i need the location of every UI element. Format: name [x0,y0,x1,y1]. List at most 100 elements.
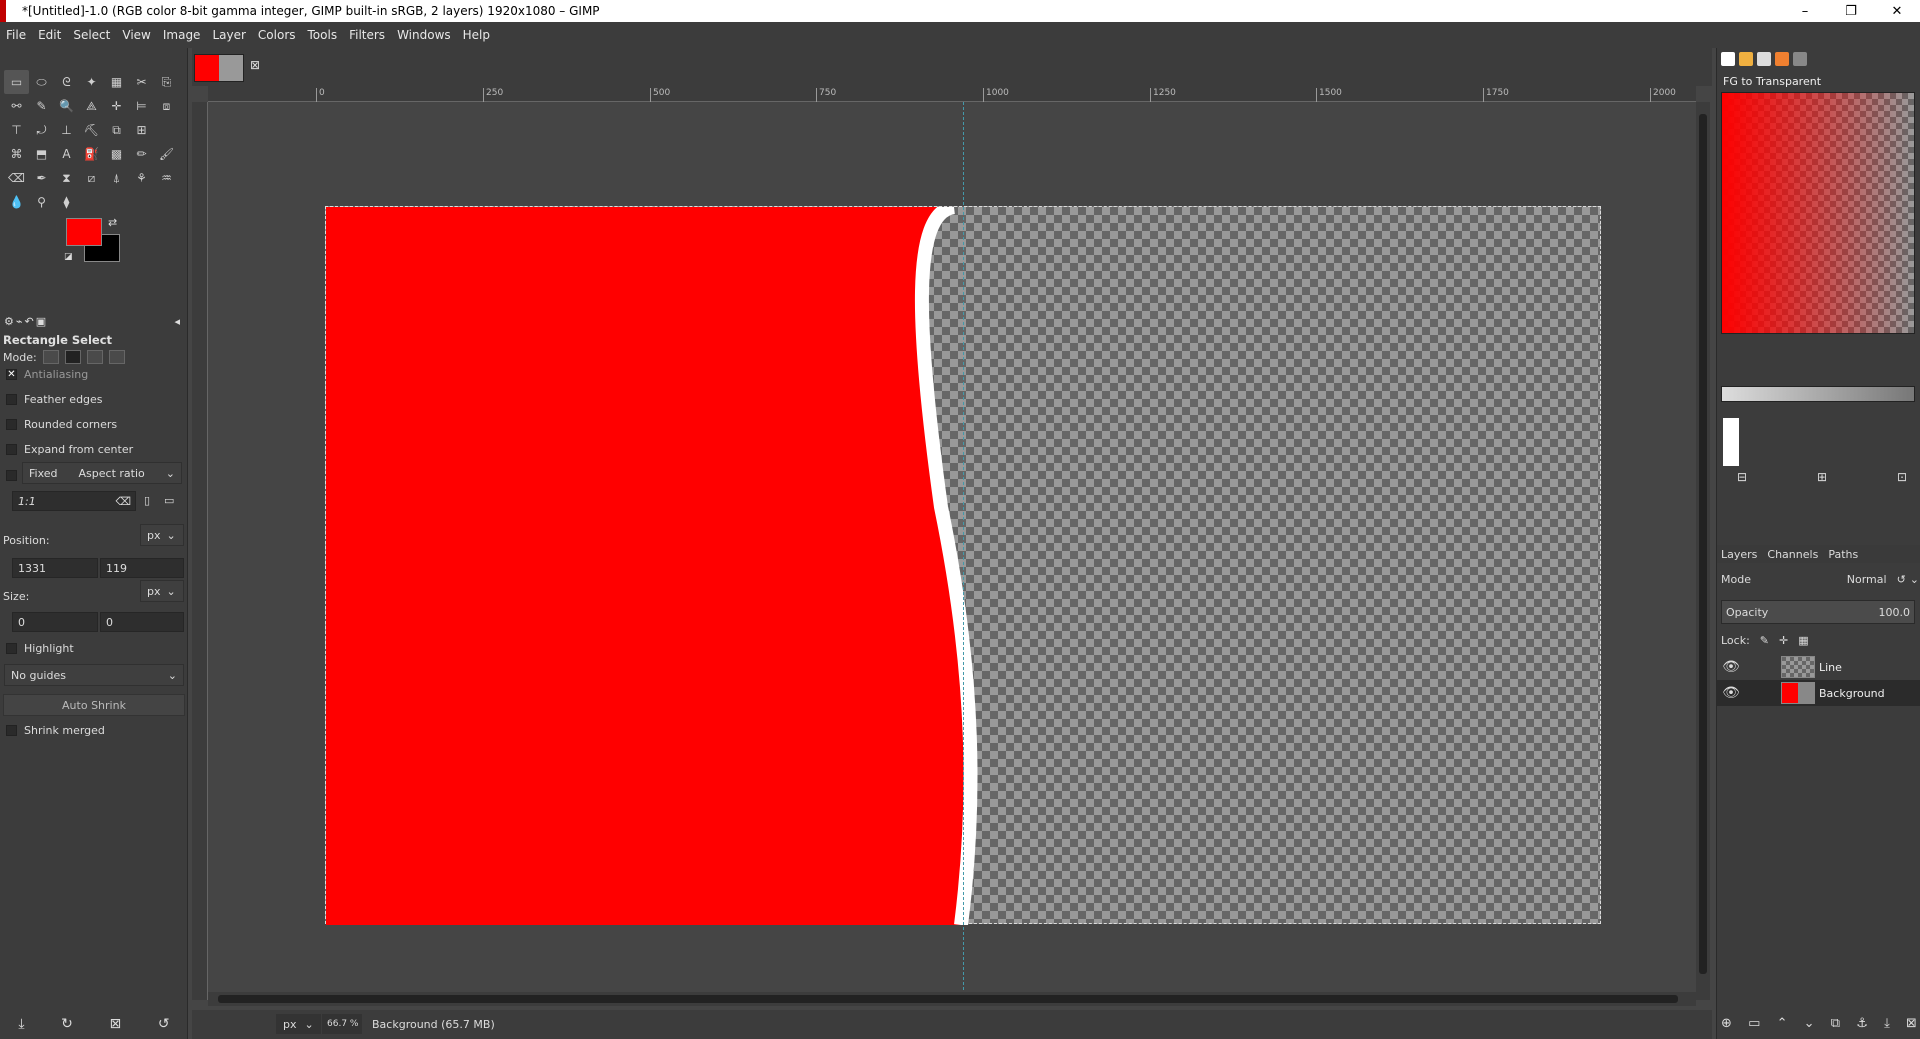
lock-pixels-icon[interactable]: ✎ [1760,634,1769,647]
feather-option[interactable]: Feather edges [6,393,103,406]
layer-mode-dropdown[interactable]: Normal [1847,573,1887,586]
pencil-tool-icon[interactable]: ✏ [129,142,154,166]
layer-row-background[interactable]: 👁 Background [1717,680,1920,706]
mode-add-button[interactable] [64,350,81,364]
minimize-button[interactable]: – [1782,0,1828,22]
duplicate-layer-icon[interactable]: ⧉ [1831,1016,1840,1031]
guides-dropdown[interactable]: No guides ⌄ [4,664,184,686]
save-options-icon[interactable]: ⤓ [18,1016,24,1036]
tab-paths[interactable]: Paths [1828,548,1858,561]
menu-help[interactable]: Help [457,28,496,42]
lock-position-icon[interactable]: ✛ [1779,634,1788,647]
size-w-input[interactable]: 0 [12,612,98,632]
layer-row-line[interactable]: 👁 Line [1717,654,1920,680]
scale-tool-icon[interactable]: ⊥ [54,118,79,142]
color-select-tool-icon[interactable]: ▦ [104,70,129,94]
ink-tool-icon[interactable]: ⧗ [54,166,79,190]
fixed-dropdown[interactable]: Fixed Aspect ratio ⌄ [22,462,182,484]
menu-file[interactable]: File [0,28,32,42]
mypaint-brush-tool-icon[interactable]: ⧄ [79,166,104,190]
paths-tool-icon[interactable]: ⚯ [4,94,29,118]
shrink-merged-option[interactable]: Shrink merged [6,724,105,737]
horizontal-scrollbar[interactable] [208,992,1696,1006]
highlight-option[interactable]: Highlight [6,642,74,655]
menu-colors[interactable]: Colors [252,28,302,42]
dodge-burn-tool-icon[interactable]: ⧫ [54,190,79,214]
maximize-button[interactable]: ❐ [1828,0,1874,22]
mode-subtract-button[interactable] [86,350,103,364]
reset-mode-icon[interactable]: ↺ [1897,573,1906,586]
smudge-tool-icon[interactable]: ⚲ [29,190,54,214]
menu-layer[interactable]: Layer [206,28,251,42]
rounded-option[interactable]: Rounded corners [6,418,117,431]
blur-tool-icon[interactable]: 💧 [4,190,29,214]
merge-down-icon[interactable]: ⤓ [1884,1016,1890,1031]
foreground-color-swatch[interactable] [66,218,102,246]
vertical-scrollbar[interactable] [1696,102,1710,1000]
rect-select-tool-icon[interactable]: ▭ [4,70,29,94]
menu-image[interactable]: Image [157,28,207,42]
expand-option[interactable]: Expand from center [6,443,133,456]
menu-tools[interactable]: Tools [302,28,344,42]
palettes-tab-icon[interactable] [1793,52,1807,66]
swap-colors-icon[interactable]: ⇄ [108,216,117,229]
perspective-tool-icon[interactable]: ⌘ [4,142,29,166]
antialiasing-option[interactable]: ✕ Antialiasing [6,368,88,381]
airbrush-tool-icon[interactable]: ✒ [29,166,54,190]
highlight-checkbox[interactable] [6,643,17,654]
delete-layer-icon[interactable]: ⊠ [1906,1016,1917,1031]
tab-channels[interactable]: Channels [1767,548,1818,561]
move-tool-icon[interactable]: ✛ [104,94,129,118]
portrait-icon[interactable]: ▯ [144,494,150,507]
vertical-guide[interactable] [963,102,964,1000]
menu-windows[interactable]: Windows [391,28,457,42]
antialiasing-checkbox[interactable]: ✕ [6,369,17,380]
eraser-tool-icon[interactable]: ⌫ [4,166,29,190]
free-select-tool-icon[interactable]: ᘓ [54,70,79,94]
foreground-select-tool-icon[interactable]: ⎘ [154,70,179,94]
new-layer-icon[interactable]: ⊕ [1721,1016,1732,1031]
fixed-checkbox[interactable] [6,470,17,481]
shear-tool-icon[interactable]: ⬒ [29,142,54,166]
tab-menu-icon[interactable]: ◂ [174,315,180,328]
patterns-tab-icon[interactable] [1739,52,1753,66]
gradient-editor-bar[interactable] [1721,386,1915,402]
default-colors-icon[interactable]: ◪ [64,252,73,262]
image-thumbnail-tab[interactable] [194,54,244,82]
menu-filters[interactable]: Filters [343,28,391,42]
zoom-tool-icon[interactable]: 🔍 [54,94,79,118]
reset-options-icon[interactable]: ↺ [158,1016,170,1036]
text-tool-icon[interactable]: A [54,142,79,166]
tab-layers[interactable]: Layers [1721,548,1757,561]
clear-icon[interactable]: ⌫ [115,495,131,508]
heal-tool-icon[interactable]: ⚘ [129,166,154,190]
ratio-input[interactable]: 1:1 ⌫ [12,491,136,511]
close-icon[interactable]: ⊠ [250,58,260,72]
menu-select[interactable]: Select [67,28,116,42]
landscape-icon[interactable]: ▭ [164,494,174,507]
visibility-eye-icon[interactable]: 👁 [1717,659,1745,675]
vertical-scroll-thumb[interactable] [1699,114,1707,974]
close-button[interactable]: ✕ [1874,0,1920,22]
auto-shrink-button[interactable]: Auto Shrink [3,694,185,716]
anchor-layer-icon[interactable]: ⚓ [1856,1016,1868,1031]
fixed-option[interactable] [6,470,17,481]
expand-checkbox[interactable] [6,444,17,455]
gradient-tool-icon[interactable]: ▩ [104,142,129,166]
restore-options-icon[interactable]: ↻ [61,1016,73,1036]
delete-options-icon[interactable]: ⊠ [110,1016,122,1036]
zoom-out-icon[interactable]: ⊟ [1737,470,1747,484]
position-unit-dropdown[interactable]: px ⌄ [140,524,184,546]
perspective-clone-tool-icon[interactable]: ♒ [154,166,179,190]
feather-checkbox[interactable] [6,394,17,405]
zoom-all-icon[interactable]: ⊡ [1897,470,1907,484]
images-tab-icon[interactable]: ▣ [36,315,46,328]
gradient-swatch[interactable] [1723,418,1739,466]
menu-view[interactable]: View [116,28,156,42]
unified-transform-tool-icon[interactable]: ⊤ [4,118,29,142]
paintbrush-tool-icon[interactable]: 🖌 [154,142,179,166]
lock-alpha-icon[interactable]: ▦ [1798,634,1808,647]
warp-tool-icon[interactable]: ⛏ [79,118,104,142]
measure-tool-icon[interactable]: ⟁ [79,94,104,118]
size-h-input[interactable]: 0 [100,612,184,632]
